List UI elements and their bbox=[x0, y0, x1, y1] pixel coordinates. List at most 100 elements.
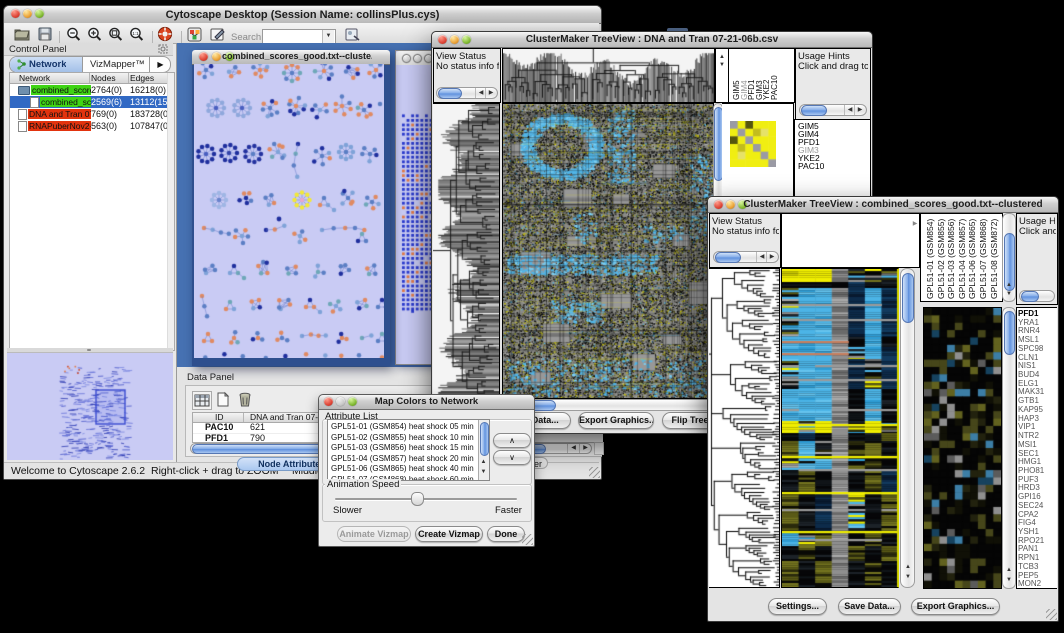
minimize-button[interactable] bbox=[212, 52, 221, 61]
scroll-down-arrow[interactable]: ▼ bbox=[1004, 290, 1014, 299]
tv2-status-hscroll-thumb[interactable] bbox=[715, 252, 741, 263]
zoom-selected-icon[interactable] bbox=[108, 27, 123, 42]
tv2-column-label[interactable]: GPL51-03 (GSM856) bbox=[946, 219, 956, 299]
scroll-up-arrow[interactable]: ▲ bbox=[1004, 281, 1014, 290]
delete-attribute-button[interactable] bbox=[236, 391, 254, 408]
search-option-icon[interactable] bbox=[345, 27, 361, 42]
tv1-row-label[interactable]: PAC10 bbox=[798, 162, 824, 170]
tv2-heatmap-vscrollbar[interactable]: ▲ ▼ bbox=[900, 268, 915, 588]
animate-vizmap-button[interactable]: Animate Vizmap bbox=[337, 526, 411, 542]
attribute-list-item[interactable]: GPL51-04 (GSM857) heat shock 20 min bbox=[331, 454, 474, 465]
speed-slider-thumb[interactable] bbox=[411, 492, 424, 506]
new-attribute-button[interactable] bbox=[214, 391, 232, 408]
network-overview-thumbnail[interactable] bbox=[7, 352, 173, 460]
tab-overflow-arrow[interactable]: ▶ bbox=[149, 57, 171, 72]
tv2-hints-hscrollbar[interactable] bbox=[1019, 290, 1055, 302]
attribute-list-item[interactable]: GPL51-06 (GSM865) heat shock 40 min bbox=[331, 464, 474, 475]
tv1-row-dendrogram[interactable] bbox=[433, 103, 500, 399]
scroll-right-arrow[interactable]: ▶ bbox=[485, 88, 496, 98]
tv1-heatmap[interactable] bbox=[502, 103, 714, 399]
tv1-heatmap-hscrollbar[interactable] bbox=[502, 399, 726, 411]
move-up-button[interactable]: ∧ bbox=[493, 433, 531, 448]
treeview2-titlebar[interactable]: ClusterMaker TreeView : combined_scores_… bbox=[708, 197, 1058, 213]
minimize-button[interactable] bbox=[413, 54, 422, 63]
search-dropdown-arrow[interactable]: ▼ bbox=[322, 30, 334, 43]
create-vizmap-button[interactable]: Create Vizmap bbox=[415, 526, 483, 542]
tv1-column-dendrogram[interactable] bbox=[502, 48, 715, 103]
tv2-subheat-vscroll-thumb[interactable] bbox=[1004, 311, 1015, 355]
attribute-list-item[interactable]: GPL51-03 (GSM856) heat shock 15 min bbox=[331, 443, 474, 454]
vizmap-nodes-icon[interactable] bbox=[187, 27, 202, 42]
scroll-down-arrow[interactable]: ▼ bbox=[1004, 576, 1014, 585]
tv2-subheat-vscrollbar[interactable]: ▲ ▼ bbox=[1002, 307, 1016, 589]
tab-vizmapper[interactable]: VizMapper™ bbox=[82, 57, 149, 72]
tv1-status-hscrollbar[interactable]: ◀ ▶ bbox=[436, 87, 498, 99]
attribute-list-vscroll-thumb[interactable] bbox=[480, 422, 489, 456]
zoom-in-icon[interactable] bbox=[87, 27, 102, 42]
attribute-list-vscrollbar[interactable]: ▲ ▼ bbox=[478, 420, 489, 480]
attribute-list-item[interactable]: GPL51-01 (GSM854) heat shock 05 min bbox=[331, 422, 474, 433]
zoom-out-icon[interactable] bbox=[66, 27, 81, 42]
tv2-hints-hscroll-thumb[interactable] bbox=[1021, 291, 1039, 302]
close-button[interactable] bbox=[402, 54, 411, 63]
speed-slider-track[interactable] bbox=[335, 498, 517, 500]
attribute-listbox[interactable]: GPL51-01 (GSM854) heat shock 05 minGPL51… bbox=[327, 419, 490, 481]
tv2-collabel-vscrollbar[interactable]: ▲ ▼ bbox=[1002, 213, 1016, 302]
tv2-gene-heatmap[interactable] bbox=[923, 307, 1002, 589]
done-button[interactable]: Done bbox=[487, 526, 525, 542]
tv1-column-label[interactable]: PAC10 bbox=[770, 75, 779, 100]
tab-network[interactable]: Network bbox=[10, 57, 83, 72]
annotation-icon[interactable] bbox=[210, 27, 226, 42]
open-folder-icon[interactable] bbox=[14, 27, 31, 41]
network1-view[interactable] bbox=[194, 64, 384, 358]
network-table-vscrollbar[interactable] bbox=[167, 73, 174, 350]
scroll-up-arrow[interactable]: ▲ bbox=[479, 458, 488, 467]
tv2-column-label[interactable]: GPL51-06 (GSM865) bbox=[967, 219, 977, 299]
tv2-row-label[interactable]: MON2 bbox=[1018, 580, 1044, 589]
network-tree-row[interactable]: combined_scores_2764(0)16218(0) bbox=[10, 84, 174, 96]
minimize-button[interactable] bbox=[726, 200, 735, 209]
tv2-save-data-button[interactable]: Save Data... bbox=[838, 598, 901, 615]
tv2-column-label[interactable]: GPL51-01 (GSM854) bbox=[925, 219, 935, 299]
resize-grip[interactable] bbox=[522, 534, 533, 545]
scroll-right-arrow[interactable]: ▶ bbox=[579, 444, 591, 453]
scroll-down-arrow[interactable]: ▼ bbox=[903, 573, 913, 582]
tv2-column-label[interactable]: GPL51-08 (GSM872) bbox=[989, 219, 999, 299]
tv2-status-hscrollbar[interactable]: ◀ ▶ bbox=[713, 251, 779, 263]
tv2-export-graphics-button[interactable]: Export Graphics... bbox=[911, 598, 1000, 615]
tv2-heatmap[interactable] bbox=[781, 268, 899, 588]
resize-grip[interactable] bbox=[589, 467, 600, 478]
scroll-up-arrow[interactable]: ▲ bbox=[903, 563, 913, 572]
main-titlebar[interactable]: Cytoscape Desktop (Session Name: collins… bbox=[4, 6, 601, 24]
scroll-right-arrow[interactable]: ▶ bbox=[911, 220, 919, 229]
scroll-down-arrow[interactable]: ▼ bbox=[479, 468, 488, 477]
network-table-header[interactable]: Network Nodes Edges bbox=[10, 73, 174, 84]
scroll-right-arrow[interactable]: ▶ bbox=[854, 105, 865, 115]
tv2-column-label[interactable]: GPL51-07 (GSM868) bbox=[978, 219, 988, 299]
tv2-row-dendrogram[interactable] bbox=[709, 268, 780, 588]
scroll-right-arrow[interactable]: ▶ bbox=[766, 252, 777, 262]
help-lifering-icon[interactable] bbox=[157, 26, 173, 42]
close-button[interactable] bbox=[714, 200, 723, 209]
scroll-left-arrow[interactable]: ◀ bbox=[567, 444, 579, 453]
tv1-label-scroll-strip[interactable]: ▲ ▼ bbox=[715, 48, 729, 103]
resize-grip[interactable] bbox=[1046, 609, 1057, 620]
tv1-export-graphics-button[interactable]: Export Graphics... bbox=[578, 412, 654, 429]
network-tree-row[interactable]: DNA and Tran 07769(0)183728(0) bbox=[10, 108, 174, 120]
treeview1-titlebar[interactable]: ClusterMaker TreeView : DNA and Tran 07-… bbox=[432, 32, 872, 48]
search-input[interactable]: ▼ bbox=[262, 29, 336, 44]
network1-titlebar[interactable]: combined_scores_good.txt--cluste... bbox=[192, 50, 390, 65]
zoom-fit-icon[interactable]: 1:1 bbox=[129, 27, 144, 42]
tv2-heatmap-vscroll-thumb[interactable] bbox=[902, 273, 914, 323]
tv1-hints-hscrollbar[interactable]: ◀ ▶ bbox=[799, 104, 867, 116]
dialog-titlebar[interactable]: Map Colors to Network bbox=[319, 395, 534, 410]
tv1-status-hscroll-thumb[interactable] bbox=[438, 88, 462, 99]
tv2-settings-button[interactable]: Settings... bbox=[768, 598, 827, 615]
scroll-up-arrow[interactable]: ▲ bbox=[1004, 566, 1014, 575]
close-button[interactable] bbox=[199, 52, 208, 61]
scroll-down-arrow[interactable]: ▼ bbox=[717, 61, 727, 70]
attribute-list-item[interactable]: GPL51-02 (GSM855) heat shock 10 min bbox=[331, 433, 474, 444]
tv1-hints-hscroll-thumb[interactable] bbox=[801, 105, 827, 116]
network-tree-row[interactable]: RNAPuberNov2+!563(0)107847(0) bbox=[10, 120, 174, 132]
tv2-column-label[interactable]: GPL51-02 (GSM855) bbox=[936, 219, 946, 299]
